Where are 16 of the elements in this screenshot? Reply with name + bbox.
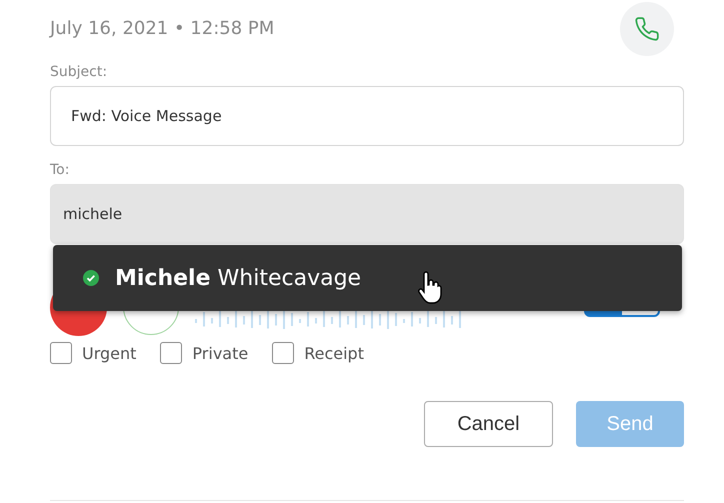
option-label: Private — [192, 344, 248, 362]
recipient-field[interactable]: michele — [50, 184, 684, 244]
contact-name: Michele Whitecavage — [115, 266, 362, 290]
hand-cursor-icon — [417, 271, 444, 305]
option-label: Urgent — [82, 344, 136, 362]
subject-field[interactable]: Fwd: Voice Message — [50, 86, 684, 146]
option-checkbox[interactable] — [160, 342, 182, 364]
subject-label: Subject: — [50, 64, 108, 80]
phone-icon — [634, 16, 660, 42]
message-timestamp: July 16, 2021 • 12:58 PM — [50, 18, 274, 38]
option-label: Receipt — [304, 344, 364, 362]
option-checkbox[interactable] — [50, 342, 72, 364]
suggestion-item[interactable]: Michele Whitecavage — [83, 245, 682, 311]
to-label: To: — [50, 162, 70, 178]
cancel-button[interactable]: Cancel — [424, 401, 553, 447]
option-checkbox[interactable] — [272, 342, 294, 364]
